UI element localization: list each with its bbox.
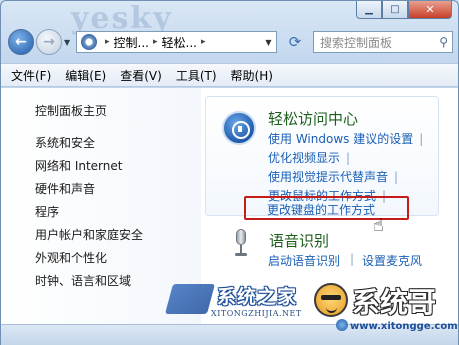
watermark-xitongzhijia: 系统之家 XITONGZHIJIA.NET [164,280,309,330]
close-icon: ✕ [425,3,435,16]
navigation-bar: ← → ▼ ▸ 控制... ▸ 轻松... ▸ ▼ ⟳ 搜索控制面板 ⚲ [1,29,458,59]
menu-tools[interactable]: 工具(T) [176,67,217,84]
hand-cursor-icon: ☝ [373,215,384,236]
forward-button[interactable]: → [36,29,62,55]
link-recommended-settings[interactable]: 使用 Windows 建议的设置 | [268,130,423,147]
sidebar-item-user-accounts[interactable]: 用户帐户和家庭安全 [35,226,143,243]
forward-arrow-icon: → [43,34,55,50]
link-text[interactable]: 优化视频显示 [268,151,340,165]
minimize-button[interactable]: ▁ [356,1,382,19]
control-panel-window: yesky ▁ □ ✕ ← → ▼ ▸ 控制... ▸ 轻松... ▸ ▼ ⟳ … [0,0,459,345]
link-text[interactable]: 使用 Windows 建议的设置 [268,132,413,146]
sidebar-item-appearance[interactable]: 外观和个性化 [35,249,107,266]
watermark-xitongge: 系统哥 www.xitongge.com [314,281,459,343]
chevron-right-icon[interactable]: ▸ [201,37,206,47]
refresh-button[interactable]: ⟳ [283,31,307,53]
menu-help[interactable]: 帮助(H) [231,67,273,84]
globe-icon [336,319,348,331]
separator: | [394,170,399,184]
separator: | [350,252,355,266]
link-optimize-display[interactable]: 优化视频显示 | [268,149,350,166]
search-input[interactable]: 搜索控制面板 ⚲ [313,31,453,53]
refresh-icon: ⟳ [288,33,302,51]
xitongzhijia-logo-icon [164,284,216,314]
mic-base [235,253,247,256]
address-bar[interactable]: ▸ 控制... ▸ 轻松... ▸ [76,31,276,53]
breadcrumb-ease-of-access[interactable]: 轻松... [162,34,197,51]
sidebar-item-programs[interactable]: 程序 [35,203,59,220]
chevron-right-icon[interactable]: ▸ [105,37,110,47]
ease-of-access-title[interactable]: 轻松访问中心 [268,108,358,129]
title-bar: yesky ▁ □ ✕ [1,1,458,36]
watermark-url: www.xitongge.com [350,321,458,332]
watermark-url: XITONGZHIJIA.NET [211,309,302,318]
watermark-text: 系统哥 [352,286,437,319]
sidebar-item-system-security[interactable]: 系统和安全 [35,134,95,151]
speech-recognition-title[interactable]: 语音识别 [269,230,329,251]
separator: | [419,132,424,146]
search-placeholder: 搜索控制面板 [320,35,393,50]
ease-of-access-icon [222,111,256,145]
minimize-icon: ▁ [365,4,373,15]
caption-buttons: ▁ □ ✕ [356,1,452,19]
maximize-button[interactable]: □ [382,1,408,19]
cartoon-face-icon [314,283,348,317]
control-panel-icon [81,34,97,50]
back-button[interactable]: ← [8,29,34,55]
sidebar-item-clock-language[interactable]: 时钟、语言和区域 [35,272,131,289]
chevron-down-icon: ▼ [265,37,272,47]
sidebar-item-network[interactable]: 网络和 Internet [35,157,122,174]
mic-head [236,229,246,245]
close-button[interactable]: ✕ [408,1,452,19]
breadcrumb-control-panel[interactable]: 控制... [114,34,149,51]
sidebar-item-hardware-sound[interactable]: 硬件和声音 [35,180,95,197]
menu-edit[interactable]: 编辑(E) [65,67,106,84]
menu-view[interactable]: 查看(V) [120,67,162,84]
link-text[interactable]: 使用视觉提示代替声音 [268,170,388,184]
separator: | [346,151,351,165]
link-start-speech[interactable]: 启动语音识别 [268,252,340,269]
recent-pages-dropdown[interactable]: ▼ [64,38,70,47]
address-dropdown-button[interactable]: ▼ [261,31,277,53]
microphone-icon [233,229,249,259]
chevron-right-icon[interactable]: ▸ [153,37,158,47]
search-icon[interactable]: ⚲ [439,35,448,49]
menu-bar: 文件(F) 编辑(E) 查看(V) 工具(T) 帮助(H) [1,63,458,87]
back-arrow-icon: ← [15,34,27,50]
menu-file[interactable]: 文件(F) [11,67,51,84]
maximize-icon: □ [390,4,400,15]
sidebar-item-home[interactable]: 控制面板主页 [35,102,107,119]
link-visual-cues[interactable]: 使用视觉提示代替声音 | [268,168,398,185]
watermark-text: 系统之家 [217,286,298,308]
link-setup-microphone[interactable]: 设置麦克风 [362,252,422,269]
